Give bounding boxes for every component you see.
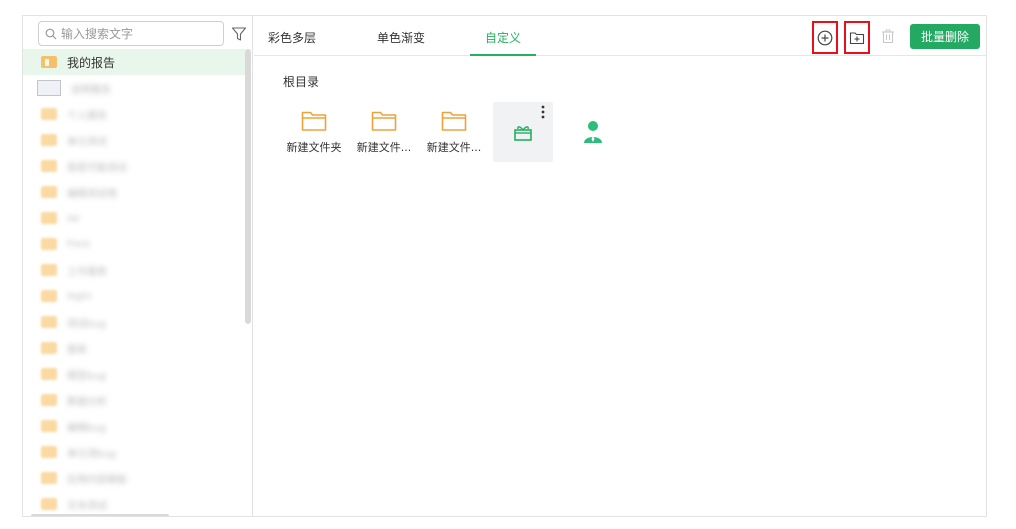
tree-item[interactable]: 测试bug [23,309,245,335]
tree-item[interactable]: 我是可能测试 [23,153,245,179]
folder-icon [41,394,57,406]
tab-custom[interactable]: 自定义 [485,29,521,46]
person-icon [584,121,602,143]
tree-item-label: 报表 [67,344,87,356]
sidebar: 我的报告 说明报告 个人报告 单元测试 我是可能测试 编辑测试用 aa Fons… [23,16,253,516]
tree-item-label: 我的报告 [67,55,116,70]
tree-item[interactable]: 编辑测试用 [23,179,245,205]
tree-item[interactable]: 文本测试 [23,491,245,516]
search-icon [45,28,57,39]
add-button[interactable] [812,21,838,54]
tree-item-label: 编辑测试用 [67,188,117,200]
folder-icon [41,368,57,380]
tree-item-label: 应用内容模板 [67,474,127,486]
tab-colorful-multilayer[interactable]: 彩色多层 [268,29,316,46]
tree-item[interactable]: 模型bug [23,361,245,387]
tree-item-label: 说明报告 [71,84,111,96]
tree-item[interactable]: 数据分析 [23,387,245,413]
app-frame: 我的报告 说明报告 个人报告 单元测试 我是可能测试 编辑测试用 aa Fons… [22,15,987,517]
main-panel: 彩色多层 单色渐变 自定义 批量删除 根目录 新建文件夹 新建文件... 新建文… [254,16,986,516]
tree-item-label: 个人报告 [67,110,107,122]
tree-item[interactable]: 报表 [23,335,245,361]
tree-item-label: 单元测试 [67,136,107,148]
filter-icon[interactable] [231,26,247,42]
tree-item[interactable]: 单元测bug [23,439,245,465]
sidebar-horizontal-scrollbar[interactable] [31,514,169,516]
delete-button[interactable] [876,24,900,48]
folder-icon [41,316,57,328]
report-tree: 我的报告 说明报告 个人报告 单元测试 我是可能测试 编辑测试用 aa Fons… [23,49,245,516]
folder-icon [41,420,57,432]
tree-item-label: 模型bug [67,370,107,382]
grid-item-person[interactable] [563,102,623,162]
grid-item-folder[interactable]: 新建文件夹 [283,102,343,162]
folder-icon [371,111,397,131]
tree-item-label: 单元测bug [67,448,117,460]
tree-item-my-reports[interactable]: 我的报告 [23,49,245,75]
tree-item-label: login [67,290,92,302]
more-options-icon[interactable] [541,105,545,119]
grid-item-label: 新建文件... [356,141,412,154]
tab-mono-gradient[interactable]: 单色渐变 [377,29,425,46]
tab-bar: 彩色多层 单色渐变 自定义 批量删除 [254,16,986,56]
tree-item[interactable]: 个人报告 [23,101,245,127]
grid-item-label: 新建文件... [426,141,482,154]
search-box[interactable] [38,21,224,46]
tree-item-label: 测试bug [67,318,107,330]
tree-item[interactable]: 工作报表 [23,257,245,283]
new-folder-button[interactable] [844,21,870,54]
folder-icon [41,212,57,224]
tree-item-label: 编辑bug [67,422,107,434]
tree-item[interactable]: Fons [23,231,245,257]
grid-item-folder[interactable]: 新建文件... [423,102,483,162]
folder-icon [41,264,57,276]
folder-icon [41,108,57,120]
tree-item-label: 数据分析 [67,396,107,408]
batch-delete-button[interactable]: 批量删除 [910,24,980,49]
add-folder-icon [849,31,865,44]
folder-icon [41,498,57,510]
folder-icon [41,472,57,484]
tree-item[interactable]: 单元测试 [23,127,245,153]
tree-item-label: 我是可能测试 [67,162,127,174]
tree-item[interactable]: 说明报告 [23,75,245,101]
tree-item[interactable]: login [23,283,245,309]
sidebar-scrollbar[interactable] [245,49,251,324]
active-tab-indicator [470,54,536,56]
folder-icon [41,186,57,198]
breadcrumb: 根目录 [283,75,320,89]
tree-item-label: aa [67,212,80,224]
grid-item-label: 新建文件夹 [286,141,342,154]
tree-item-label: 工作报表 [67,266,107,278]
grid-item-gift[interactable] [493,102,553,162]
folder-icon [41,290,57,302]
folder-icon [41,238,57,250]
search-input[interactable] [61,26,211,41]
gift-icon [514,126,532,141]
document-icon [37,80,61,96]
folder-icon [41,446,57,458]
grid-item-folder[interactable]: 新建文件... [353,102,413,162]
tree-item-label: Fons [67,238,91,250]
tree-item[interactable]: 应用内容模板 [23,465,245,491]
tree-item[interactable]: aa [23,205,245,231]
tree-item-label: 文本测试 [67,500,107,512]
folder-icon [441,111,467,131]
folder-icon [41,56,57,68]
tree-item[interactable]: 编辑bug [23,413,245,439]
folder-icon [301,111,327,131]
plus-circle-icon [817,30,833,45]
trash-icon [882,29,894,44]
folder-icon [41,342,57,354]
folder-icon [41,134,57,146]
folder-icon [41,160,57,172]
